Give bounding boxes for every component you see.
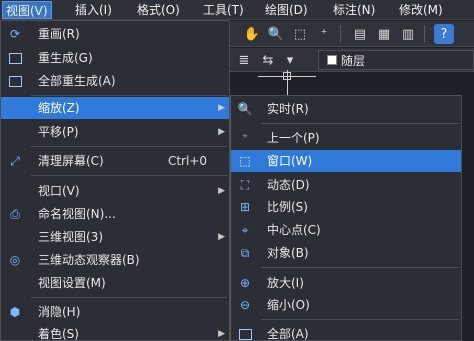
layer-name: 随层 xyxy=(341,53,366,68)
zoom-out-icon: ⊖ xyxy=(239,298,251,312)
menu-item-clean-screen[interactable]: ⤢ 清理屏幕(C) Ctrl+0 xyxy=(1,150,229,172)
menu-item-zoom[interactable]: 缩放(Z) ▶ xyxy=(1,97,229,119)
named-view-icon: ⎙ xyxy=(10,207,20,221)
menu-separator xyxy=(31,175,227,176)
submenu-item-dynamic[interactable]: ⛶ 动态(D) xyxy=(231,174,461,196)
zoom-submenu: 🔍 实时(R) ⁺ 上一个(P) ⬚ 窗口(W) ⛶ 动态(D) ⊞ 比例(S)… xyxy=(230,95,462,341)
submenu-item-zoom-in[interactable]: ⊕ 放大(I) xyxy=(231,272,461,294)
zoom-in-icon: ⊕ xyxy=(239,276,251,290)
toolbar-divider xyxy=(424,25,425,43)
menu-item-pan[interactable]: 平移(P) ▶ xyxy=(1,121,229,143)
zoom-scale-icon: ⊞ xyxy=(239,200,251,214)
submenu-item-center[interactable]: ⌖ 中心点(C) xyxy=(231,219,461,241)
menu-item-redraw[interactable]: ⟳ 重画(R) xyxy=(1,23,229,45)
regen-all-icon xyxy=(7,73,23,89)
toolbar-divider xyxy=(340,25,341,43)
layer-manager-icon[interactable]: ≣ xyxy=(234,50,254,70)
regen-icon xyxy=(7,50,23,66)
submenu-arrow-icon: ▶ xyxy=(218,186,225,196)
zoom-previous-icon: ⁺ xyxy=(241,131,249,145)
tool-palette-icon[interactable]: ▥ xyxy=(398,24,418,44)
menu-item-view-settings[interactable]: 视图设置(M) xyxy=(1,272,229,294)
3d-orbit-icon: ◎ xyxy=(9,253,21,267)
submenu-item-scale[interactable]: ⊞ 比例(S) xyxy=(231,196,461,218)
menubar-format[interactable]: 格式(O) xyxy=(134,1,183,19)
standard-toolbar: ✋ 🔍 ⬚ ⁺ ▤ ▦ ▥ ? xyxy=(230,21,474,47)
menu-separator xyxy=(31,297,227,298)
layer-previous-icon[interactable]: ▾ xyxy=(280,50,300,70)
help-icon[interactable]: ? xyxy=(434,24,454,44)
menu-separator xyxy=(31,146,227,147)
menu-item-3d-views[interactable]: 三维视图(3) ▶ xyxy=(1,226,229,248)
layer-dropdown[interactable]: 随层 xyxy=(318,50,474,70)
menu-item-regen-all[interactable]: 全部重生成(A) xyxy=(1,70,229,92)
redraw-icon: ⟳ xyxy=(9,27,21,41)
submenu-arrow-icon: ▶ xyxy=(218,127,225,137)
pan-hand-icon[interactable]: ✋ xyxy=(242,24,262,44)
menu-item-named-views[interactable]: ⎙ 命名视图(N)... xyxy=(1,203,229,225)
menubar-dimension[interactable]: 标注(N) xyxy=(330,1,378,19)
menu-item-shade[interactable]: 着色(S) ▶ xyxy=(1,323,229,341)
submenu-item-window[interactable]: ⬚ 窗口(W) xyxy=(231,150,461,172)
submenu-arrow-icon: ▶ xyxy=(218,232,225,242)
zoom-realtime-icon: 🔍 xyxy=(237,102,253,116)
zoom-realtime-tool-icon[interactable]: 🔍 xyxy=(266,24,286,44)
zoom-object-icon: ⧉ xyxy=(240,246,250,260)
design-center-icon[interactable]: ▦ xyxy=(374,24,394,44)
layer-color-swatch xyxy=(327,55,337,65)
menu-separator xyxy=(261,319,459,320)
submenu-arrow-icon: ▶ xyxy=(218,329,225,339)
submenu-arrow-icon: ▶ xyxy=(218,103,225,113)
submenu-item-all[interactable]: 全部(A) xyxy=(231,323,461,341)
submenu-item-realtime[interactable]: 🔍 实时(R) xyxy=(231,98,461,120)
zoom-center-icon: ⌖ xyxy=(241,223,249,237)
menubar-draw[interactable]: 绘图(D) xyxy=(262,1,311,19)
clean-screen-icon: ⤢ xyxy=(10,154,20,168)
clean-screen-shortcut: Ctrl+0 xyxy=(167,154,207,168)
zoom-previous-tool-icon[interactable]: ⁺ xyxy=(314,24,334,44)
menubar-modify[interactable]: 修改(M) xyxy=(396,1,446,19)
zoom-dynamic-icon: ⛶ xyxy=(240,178,250,192)
submenu-item-zoom-out[interactable]: ⊖ 缩小(O) xyxy=(231,294,461,316)
menu-item-regen[interactable]: 重生成(G) xyxy=(1,47,229,69)
properties-icon[interactable]: ▤ xyxy=(350,24,370,44)
menu-item-3d-orbit[interactable]: ◎ 三维动态观察器(B) xyxy=(1,249,229,271)
menu-item-hide[interactable]: ⬢ 消隐(H) xyxy=(1,301,229,323)
menu-item-viewports[interactable]: 视口(V) ▶ xyxy=(1,180,229,202)
layer-states-icon[interactable]: ⇆ xyxy=(258,50,278,70)
submenu-item-object[interactable]: ⧉ 对象(B) xyxy=(231,242,461,264)
crosshair-pickbox xyxy=(283,72,291,80)
menubar-insert[interactable]: 插入(I) xyxy=(72,1,115,19)
view-menu: ⟳ 重画(R) 重生成(G) 全部重生成(A) 缩放(Z) ▶ 平移(P) ▶ … xyxy=(0,20,230,341)
menubar-view[interactable]: 视图(V) xyxy=(2,1,52,19)
menu-separator xyxy=(261,267,459,268)
menu-separator xyxy=(31,95,227,96)
zoom-all-icon xyxy=(237,326,253,341)
hide-icon: ⬢ xyxy=(9,305,21,319)
submenu-item-previous[interactable]: ⁺ 上一个(P) xyxy=(231,127,461,149)
menu-bar: 视图(V) 插入(I) 格式(O) 工具(T) 绘图(D) 标注(N) 修改(M… xyxy=(0,0,474,20)
menubar-tools[interactable]: 工具(T) xyxy=(200,1,247,19)
zoom-window-icon: ⬚ xyxy=(239,154,251,168)
zoom-window-tool-icon[interactable]: ⬚ xyxy=(290,24,310,44)
menu-separator xyxy=(261,123,459,124)
